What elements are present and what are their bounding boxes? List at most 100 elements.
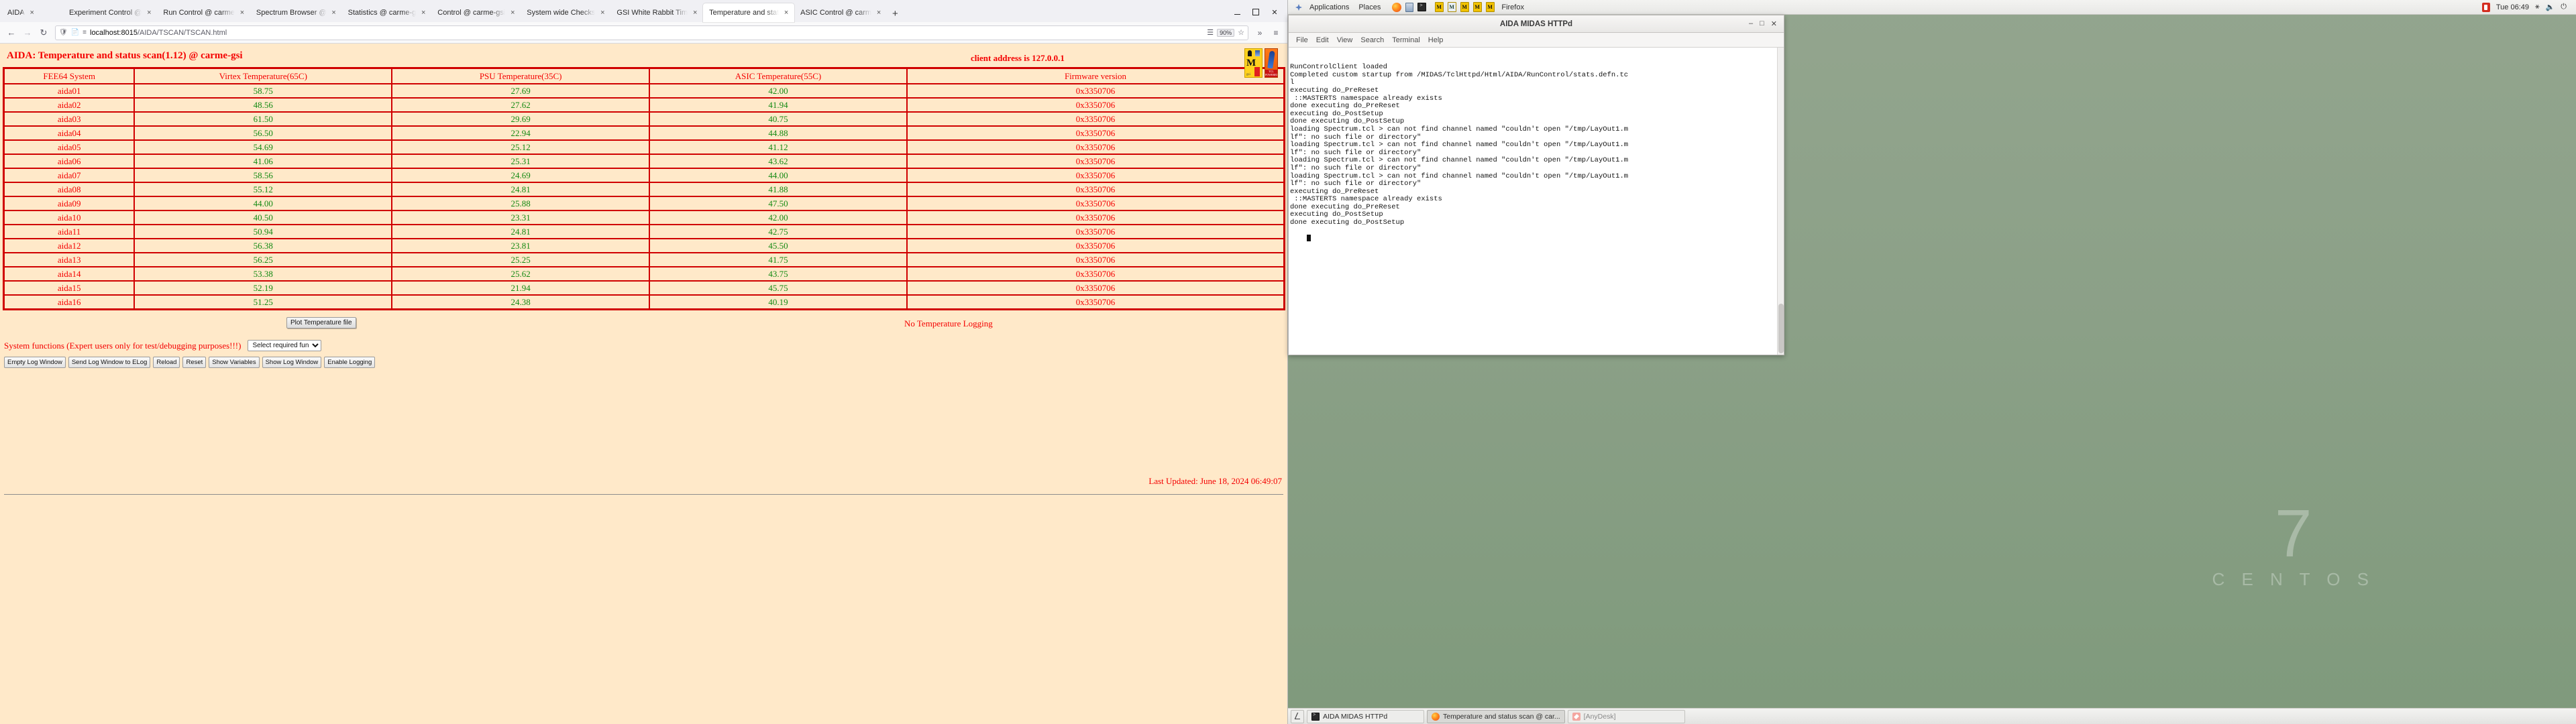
table-cell-virtex: 51.25 — [135, 296, 392, 308]
clock[interactable]: Tue 06:49 — [2496, 3, 2529, 11]
new-tab-button[interactable]: + — [887, 8, 904, 22]
table-row: aida0641.0625.3143.620x3350706 — [5, 155, 1283, 169]
show-variables-button[interactable]: Show Variables — [209, 357, 259, 368]
browser-tab-4[interactable]: Statistics @ carme-g × — [342, 3, 432, 22]
table-cell-firmware: 0x3350706 — [908, 127, 1283, 141]
table-cell-virtex: 44.00 — [135, 197, 392, 211]
menu-terminal[interactable]: Terminal — [1388, 36, 1424, 44]
page-info-icon[interactable]: 📄 — [71, 29, 79, 36]
reload-button[interactable]: Reload — [153, 357, 180, 368]
enable-logging-button[interactable]: Enable Logging — [324, 357, 375, 368]
menu-view[interactable]: View — [1333, 36, 1357, 44]
system-functions-label: System functions (Expert users only for … — [4, 341, 241, 351]
close-icon[interactable]: × — [782, 9, 790, 17]
terminal-titlebar[interactable]: AIDA MIDAS HTTPd – □ ✕ — [1289, 15, 1784, 33]
places-menu[interactable]: Places — [1354, 0, 1385, 15]
maximize-icon[interactable]: □ — [1760, 19, 1764, 28]
reload-button[interactable]: ↻ — [36, 25, 51, 40]
accessibility-icon[interactable]: ⚹ — [2535, 3, 2540, 11]
midas-icon-5[interactable] — [1485, 1, 1496, 13]
midas-icon-3[interactable] — [1459, 1, 1470, 13]
terminal-icon[interactable] — [1416, 1, 1428, 13]
table-row: aida0158.7527.6942.000x3350706 — [5, 84, 1283, 99]
menu-search[interactable]: Search — [1356, 36, 1388, 44]
terminal-scrollbar[interactable] — [1777, 48, 1784, 355]
browser-tab-2[interactable]: Run Control @ carme × — [157, 3, 250, 22]
table-cell-system: aida01 — [5, 84, 135, 99]
forward-button[interactable]: → — [20, 25, 35, 40]
terminal-title: AIDA MIDAS HTTPd — [1289, 20, 1784, 28]
taskbar-item-midas-httpd[interactable]: AIDA MIDAS HTTPd — [1307, 710, 1424, 723]
table-cell-system: aida15 — [5, 282, 135, 296]
reader-mode-icon[interactable]: ☰ — [1207, 28, 1214, 37]
tab-label: Control @ carme-gsi — [437, 9, 505, 17]
power-icon[interactable]: ⏻ — [2561, 3, 2567, 11]
table-cell-asic: 45.75 — [650, 282, 908, 296]
browser-tab-0[interactable]: AIDA × — [1, 3, 63, 22]
file-manager-icon[interactable] — [1403, 1, 1415, 13]
firefox-icon[interactable] — [1391, 1, 1402, 13]
menu-edit[interactable]: Edit — [1312, 36, 1333, 44]
close-icon[interactable]: × — [238, 9, 246, 17]
table-cell-system: aida04 — [5, 127, 135, 141]
close-icon[interactable]: ✕ — [1771, 19, 1777, 28]
close-icon[interactable]: × — [875, 9, 883, 17]
taskbar-item-anydesk[interactable]: [AnyDesk] — [1568, 710, 1685, 723]
show-desktop-icon[interactable]: ⎳ — [1291, 710, 1304, 723]
midas-icon-2[interactable] — [1446, 1, 1458, 13]
empty-log-window-button[interactable]: Empty Log Window — [4, 357, 66, 368]
midas-logo: Mgsi — [1244, 48, 1263, 78]
bookmark-star-icon[interactable]: ☆ — [1238, 28, 1244, 37]
scrollbar-thumb[interactable] — [1778, 304, 1784, 353]
maximize-icon[interactable] — [1247, 5, 1265, 19]
table-cell-virtex: 58.56 — [135, 169, 392, 183]
close-icon[interactable]: × — [508, 9, 517, 17]
reset-button[interactable]: Reset — [182, 357, 206, 368]
tcl-powered-logo: TCLPOWERED — [1265, 48, 1278, 78]
close-icon[interactable]: × — [28, 9, 36, 17]
table-row: aida1040.5023.3142.000x3350706 — [5, 211, 1283, 225]
gnome-top-panel: Applications Places Firefox Tue 06:49 ⚹ … — [1288, 0, 2576, 15]
zoom-level-badge[interactable]: 90% — [1217, 29, 1234, 37]
applications-menu[interactable]: Applications — [1305, 0, 1354, 15]
recording-icon[interactable] — [2482, 3, 2490, 12]
table-row: aida0456.5022.9444.880x3350706 — [5, 127, 1283, 141]
show-log-window-button[interactable]: Show Log Window — [262, 357, 322, 368]
table-cell-system: aida07 — [5, 169, 135, 183]
midas-icon[interactable] — [1434, 1, 1445, 13]
browser-tab-8-active[interactable]: Temperature and stat × — [703, 3, 794, 22]
menu-help[interactable]: Help — [1424, 36, 1448, 44]
logo-group: Mgsi TCLPOWERED — [1244, 48, 1278, 78]
table-row: aida0944.0025.8847.500x3350706 — [5, 197, 1283, 211]
browser-tab-1[interactable]: Experiment Control @ × — [63, 3, 157, 22]
terminal-output[interactable]: RunControlClient loadedCompleted custom … — [1289, 48, 1784, 355]
table-cell-psu: 25.88 — [392, 197, 650, 211]
system-functions-select[interactable]: Select required function — [248, 340, 321, 351]
hamburger-menu-button[interactable]: ≡ — [1269, 25, 1283, 40]
browser-tab-5[interactable]: Control @ carme-gsi × — [431, 3, 521, 22]
close-icon[interactable]: × — [330, 9, 338, 17]
web-page-content: AIDA: Temperature and status scan(1.12) … — [0, 44, 1287, 724]
close-icon[interactable]: × — [691, 9, 699, 17]
back-button[interactable]: ← — [4, 25, 19, 40]
midas-icon-4[interactable] — [1472, 1, 1483, 13]
url-bar[interactable]: 🛡 📄 ≡ localhost:8015/AIDA/TSCAN/TSCAN.ht… — [55, 25, 1248, 40]
applications-menu-icon[interactable] — [1293, 1, 1304, 13]
overflow-button[interactable]: » — [1252, 25, 1267, 40]
volume-icon[interactable]: 🔈 — [2546, 3, 2555, 11]
close-window-icon[interactable] — [1266, 5, 1283, 19]
browser-tab-6[interactable]: System wide Checks × — [521, 3, 610, 22]
menu-file[interactable]: File — [1292, 36, 1312, 44]
browser-tab-7[interactable]: GSI White Rabbit Tim × — [610, 3, 703, 22]
send-log-window-to-elog-button[interactable]: Send Log Window to ELog — [68, 357, 151, 368]
close-icon[interactable]: × — [145, 9, 153, 17]
minimize-icon[interactable]: – — [1749, 19, 1753, 28]
plot-temperature-file-button[interactable]: Plot Temperature file — [286, 317, 356, 328]
minimize-icon[interactable] — [1228, 5, 1246, 19]
close-icon[interactable]: × — [419, 9, 427, 17]
close-icon[interactable]: × — [598, 9, 606, 17]
browser-tab-3[interactable]: Spectrum Browser @ × — [250, 3, 342, 22]
browser-tab-9[interactable]: ASIC Control @ carm × — [794, 3, 887, 22]
taskbar-item-firefox[interactable]: Temperature and status scan @ car... — [1427, 710, 1565, 723]
shield-icon[interactable]: 🛡 — [59, 29, 68, 36]
